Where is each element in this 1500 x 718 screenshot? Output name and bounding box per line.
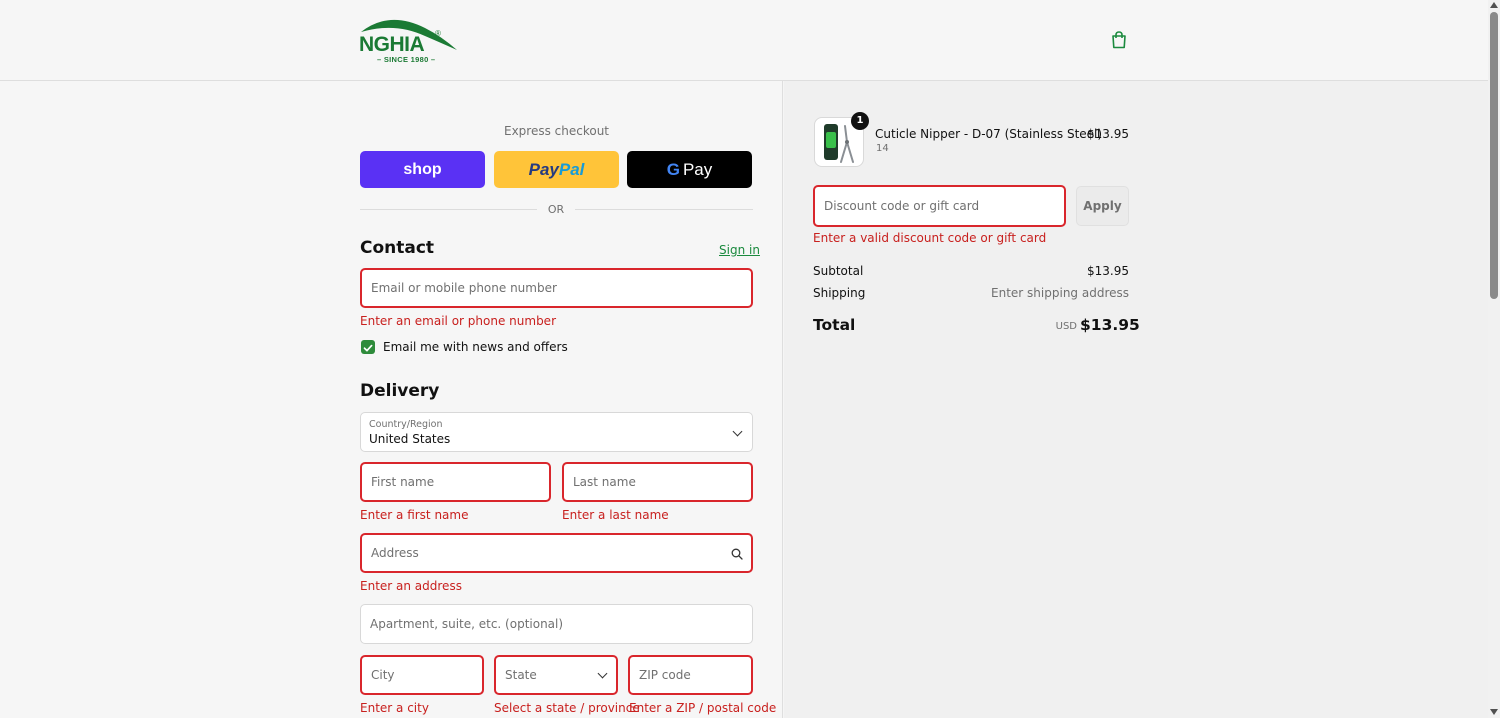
product-price: $13.95 <box>1087 127 1129 141</box>
express-checkout-label: Express checkout <box>503 124 610 138</box>
shopping-bag-icon[interactable] <box>1111 31 1127 49</box>
quantity-badge: 1 <box>851 112 869 130</box>
address-field[interactable] <box>360 533 753 573</box>
first-name-error: Enter a first name <box>360 508 469 522</box>
product-variant: 14 <box>876 143 889 154</box>
contact-heading: Contact <box>360 238 435 258</box>
zip-field[interactable] <box>628 655 753 695</box>
google-pay-label: Pay <box>682 159 713 179</box>
newsletter-checkbox[interactable] <box>361 340 375 354</box>
city-error: Enter a city <box>360 701 429 715</box>
total-value: $13.95 <box>1080 316 1140 334</box>
first-name-input[interactable] <box>371 464 538 500</box>
scroll-down-arrow-icon[interactable] <box>1490 709 1498 715</box>
apply-discount-button[interactable]: Apply <box>1076 186 1129 226</box>
country-select[interactable]: Country/Region United States <box>360 412 753 452</box>
logo-tagline: – SINCE 1980 – <box>377 55 436 64</box>
apartment-field[interactable] <box>360 604 753 644</box>
country-label: Country/Region <box>369 419 443 430</box>
last-name-error: Enter a last name <box>562 508 669 522</box>
state-placeholder: State <box>505 668 537 682</box>
google-pay-button[interactable]: G Pay <box>627 151 752 188</box>
state-error: Select a state / province <box>494 701 640 715</box>
discount-error: Enter a valid discount code or gift card <box>813 231 1047 245</box>
logo-wordmark: NGHIA <box>359 33 425 56</box>
shop-pay-label: shop <box>403 160 442 178</box>
last-name-input[interactable] <box>573 464 740 500</box>
apartment-input[interactable] <box>370 605 741 643</box>
email-input[interactable] <box>371 270 740 306</box>
paypal-button[interactable]: Pay Pal <box>494 151 619 188</box>
paypal-label-pay: Pay <box>528 159 559 179</box>
address-error: Enter an address <box>360 579 462 593</box>
first-name-field[interactable] <box>360 462 551 502</box>
brand-logo[interactable]: NGHIA ® – SINCE 1980 – <box>359 14 459 66</box>
zip-input[interactable] <box>639 657 740 693</box>
or-divider-right <box>575 209 753 210</box>
address-input[interactable] <box>371 535 740 571</box>
scrollbar-thumb[interactable] <box>1490 12 1498 299</box>
email-error: Enter an email or phone number <box>360 314 556 328</box>
country-value: United States <box>369 432 451 446</box>
or-divider-left <box>360 209 537 210</box>
discount-field[interactable] <box>813 185 1066 227</box>
scroll-up-arrow-icon[interactable] <box>1490 2 1498 8</box>
checkmark-icon <box>363 344 373 352</box>
email-field[interactable] <box>360 268 753 308</box>
shipping-value: Enter shipping address <box>991 286 1129 300</box>
city-field[interactable] <box>360 655 484 695</box>
google-g-icon: G <box>666 159 680 179</box>
discount-input[interactable] <box>824 187 1053 225</box>
city-input[interactable] <box>371 657 471 693</box>
shipping-label: Shipping <box>813 286 866 300</box>
page-scrollbar[interactable] <box>1488 0 1500 718</box>
subtotal-value: $13.95 <box>1087 264 1129 278</box>
order-summary-panel <box>784 81 1488 718</box>
subtotal-label: Subtotal <box>813 264 864 278</box>
delivery-heading: Delivery <box>360 381 440 401</box>
search-icon <box>731 548 743 560</box>
last-name-field[interactable] <box>562 462 753 502</box>
or-divider-label: OR <box>547 203 565 216</box>
shop-pay-button[interactable]: shop <box>360 151 485 188</box>
total-label: Total <box>813 316 856 334</box>
paypal-label-pal: Pal <box>558 159 585 179</box>
checkout-header: NGHIA ® – SINCE 1980 – <box>0 0 1488 81</box>
newsletter-label: Email me with news and offers <box>383 340 568 354</box>
sign-in-link[interactable]: Sign in <box>719 243 760 257</box>
chevron-down-icon <box>732 426 743 437</box>
zip-error: Enter a ZIP / postal code <box>629 701 777 715</box>
registered-mark: ® <box>435 29 441 38</box>
total-currency: USD <box>1055 321 1077 332</box>
state-select[interactable]: State <box>494 655 618 695</box>
